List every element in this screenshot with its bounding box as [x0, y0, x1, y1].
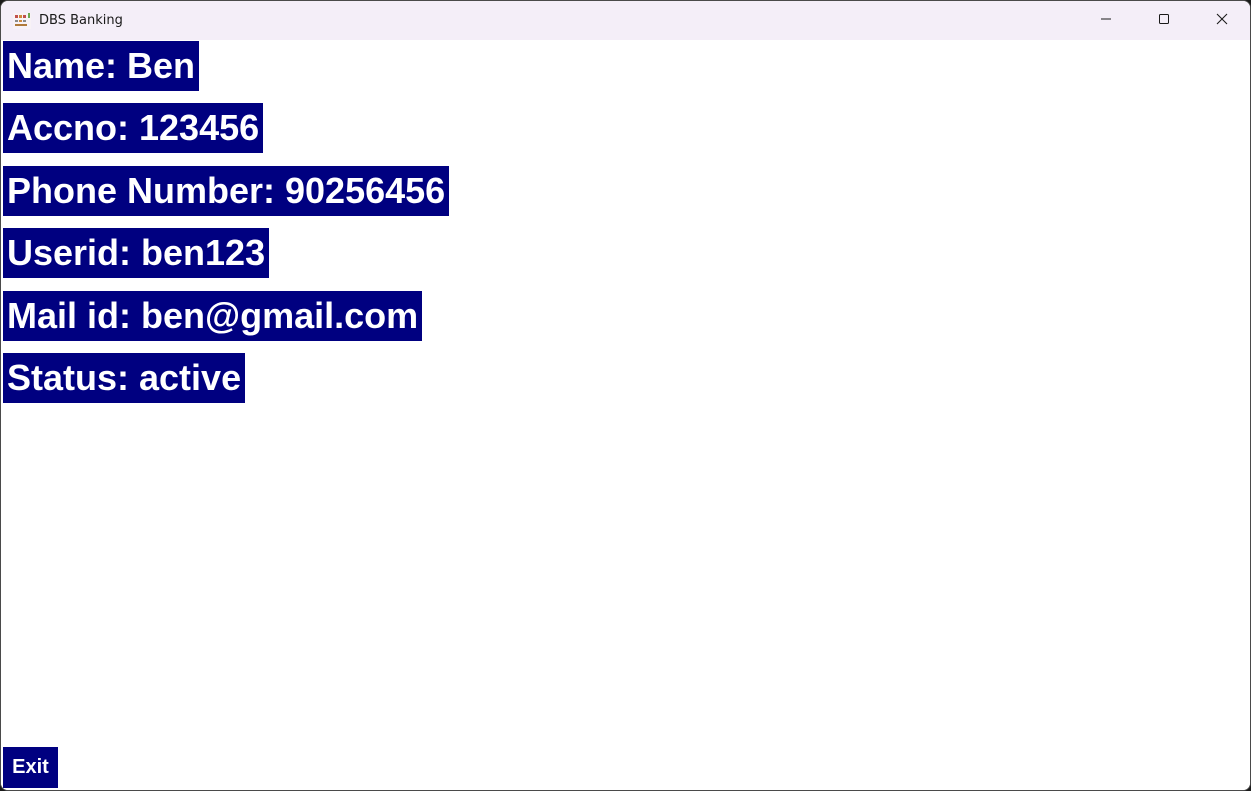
minimize-button[interactable]	[1077, 1, 1135, 40]
close-icon	[1216, 12, 1228, 30]
exit-button[interactable]: Exit	[3, 747, 58, 788]
name-label: Name: Ben	[3, 41, 200, 91]
status-label: Status: active	[3, 353, 246, 403]
mail-id-label: Mail id: ben@gmail.com	[3, 291, 423, 341]
accno-label: Accno: 123456	[3, 103, 264, 153]
userid-label: Userid: ben123	[3, 228, 270, 278]
minimize-icon	[1100, 12, 1112, 30]
phone-number-label: Phone Number: 90256456	[3, 166, 450, 216]
dbs-bank-icon	[12, 11, 32, 31]
maximize-icon	[1158, 12, 1170, 30]
title-bar[interactable]: DBS Banking	[1, 1, 1250, 40]
maximize-button[interactable]	[1135, 1, 1193, 40]
close-button[interactable]	[1193, 1, 1250, 40]
account-details-panel: Name: Ben Accno: 123456 Phone Number: 90…	[1, 40, 1250, 790]
window-title: DBS Banking	[39, 13, 123, 28]
app-window: DBS Banking Name: Ben Accno: 123456 Phon…	[0, 0, 1251, 791]
